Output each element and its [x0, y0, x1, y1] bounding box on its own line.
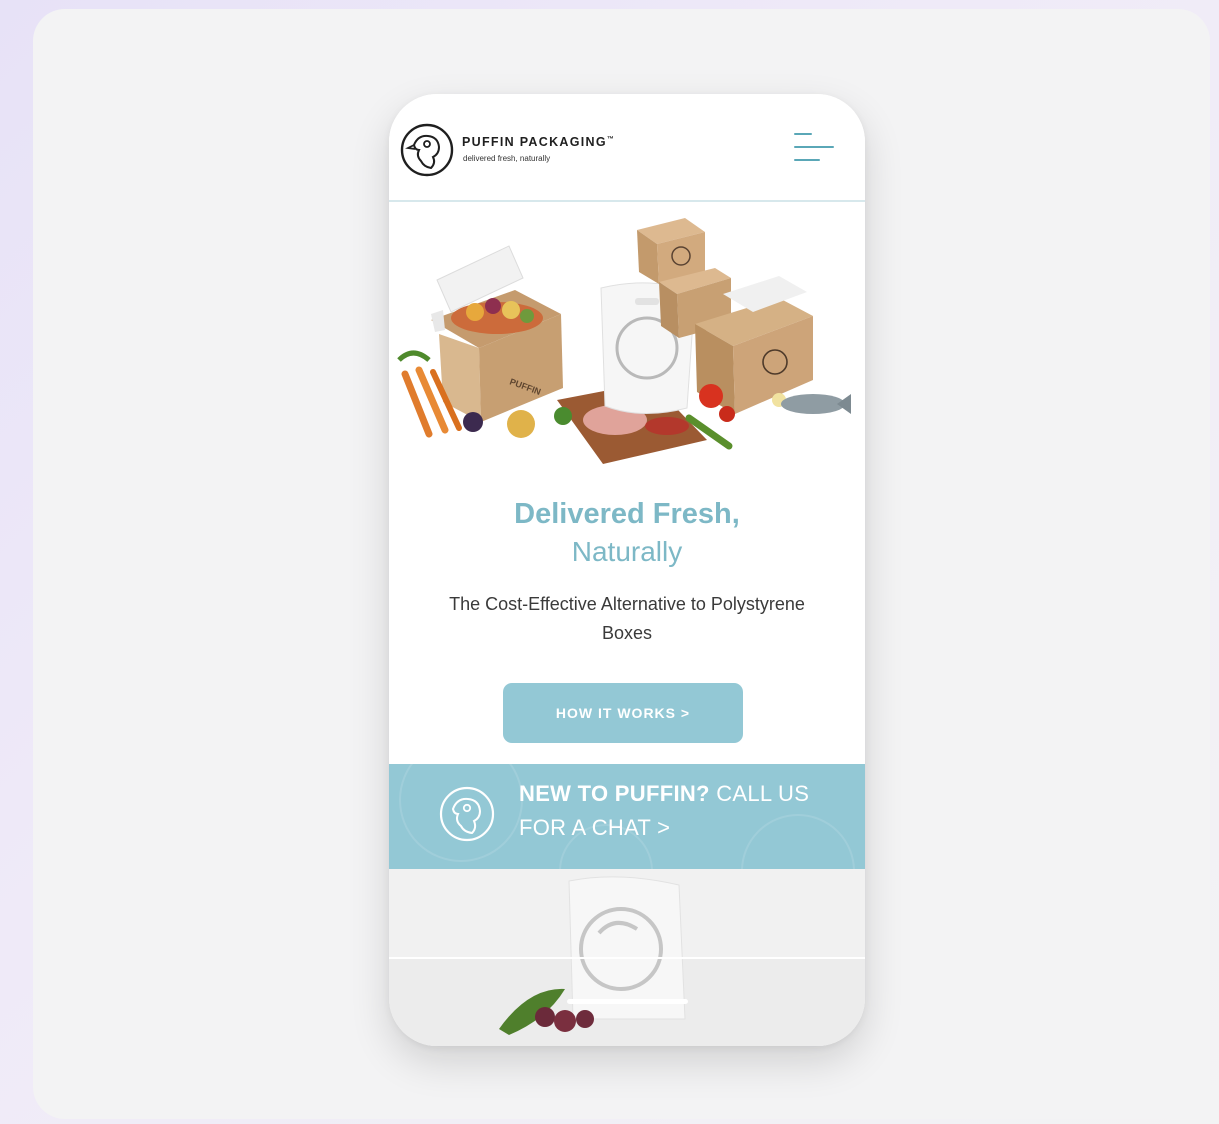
brand-name[interactable]: PUFFIN PACKAGING™ — [462, 135, 615, 149]
chat-banner[interactable]: NEW TO PUFFIN? CALL US FOR A CHAT > — [389, 764, 865, 869]
hero-product-image: PUFFIN — [397, 218, 851, 464]
hero-subheadline: Naturally — [571, 536, 683, 567]
product-preview-image — [389, 869, 865, 1046]
home-indicator[interactable] — [567, 999, 688, 1004]
hero-headline: Delivered Fresh, — [514, 498, 740, 530]
site-header: PUFFIN PACKAGING™ delivered fresh, natur… — [389, 94, 865, 202]
chat-banner-text[interactable]: NEW TO PUFFIN? CALL US FOR A CHAT > — [519, 777, 819, 845]
phone-mockup: PUFFIN PACKAGING™ delivered fresh, natur… — [389, 94, 865, 1046]
how-it-works-button[interactable]: HOW IT WORKS > — [503, 683, 743, 743]
hamburger-menu-icon[interactable] — [794, 131, 836, 167]
puffin-logo-icon — [439, 786, 495, 842]
puffin-logo-icon[interactable] — [400, 123, 454, 177]
brand-tagline: delivered fresh, naturally — [463, 154, 551, 163]
hero-description: The Cost-Effective Alternative to Polyst… — [449, 594, 805, 643]
